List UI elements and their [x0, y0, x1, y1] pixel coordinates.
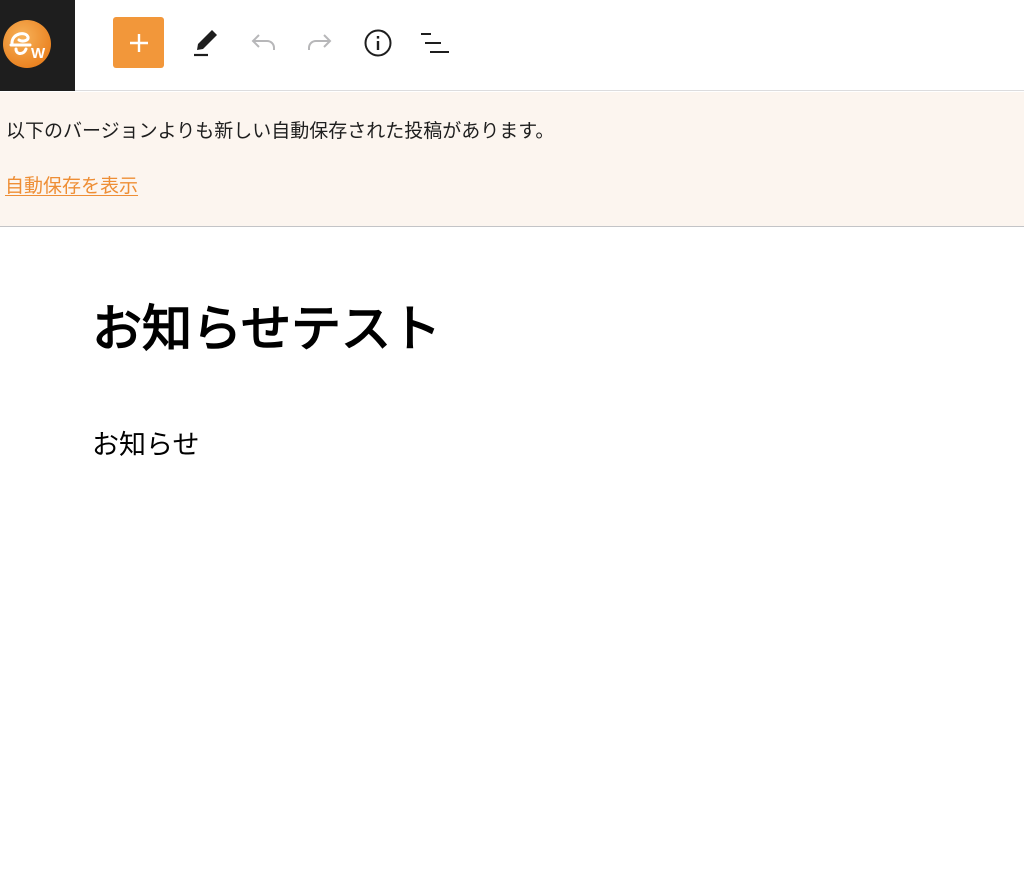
list-view-icon [420, 32, 449, 53]
paragraph-block[interactable]: お知らせ [92, 428, 199, 464]
details-button[interactable] [352, 17, 403, 68]
autosave-notice [0, 92, 1024, 227]
list-view-button[interactable] [409, 17, 460, 68]
undo-icon [251, 33, 275, 50]
undo-button[interactable] [237, 17, 288, 68]
redo-icon [307, 33, 331, 50]
site-icon-button[interactable]: W [0, 0, 75, 91]
editor-toolbar: W [0, 0, 1024, 91]
autosave-notice-message: 以下のバージョンよりも新しい自動保存された投稿があります。 [6, 120, 555, 142]
site-logo-icon: W [3, 20, 51, 68]
site-logo-letter: W [31, 45, 46, 62]
add-block-button[interactable] [113, 17, 164, 68]
info-icon [364, 29, 391, 56]
post-title[interactable]: お知らせテスト [92, 297, 441, 361]
plus-icon [129, 33, 148, 52]
tools-button[interactable] [180, 17, 231, 68]
pencil-icon [193, 29, 217, 56]
view-autosave-link[interactable]: 自動保存を表示 [5, 174, 138, 198]
redo-button[interactable] [294, 17, 345, 68]
